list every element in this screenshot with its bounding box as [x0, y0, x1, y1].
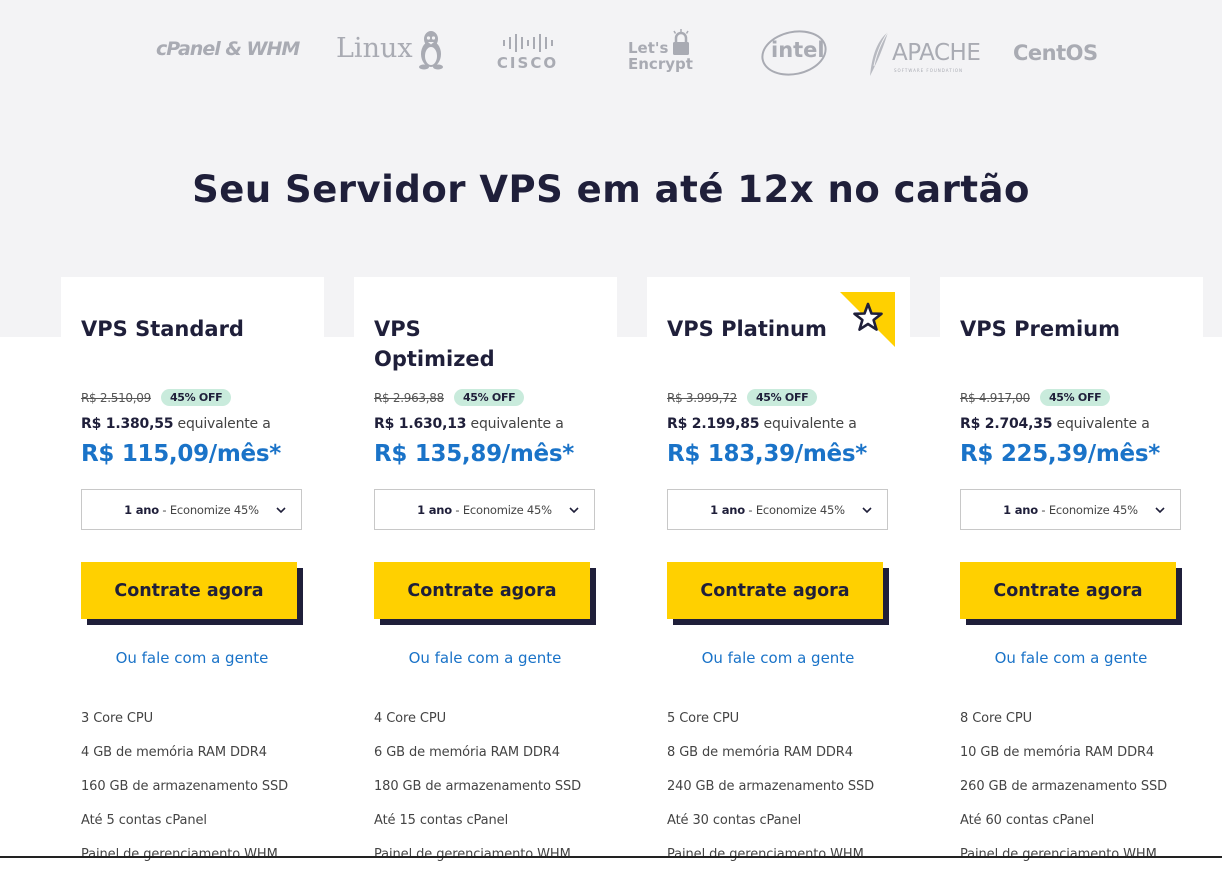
- total-price: R$ 1.380,55: [81, 416, 174, 432]
- billing-period-value: 1 ano - Economize 45%: [124, 502, 259, 517]
- cisco-logo: CISCO: [490, 33, 565, 72]
- linux-logo: Linux: [336, 31, 443, 70]
- centos-logo: CentOS: [1013, 41, 1098, 65]
- apache-logo: APACHE SOFTWARE FOUNDATION: [868, 30, 981, 84]
- feature-item: 5 Core CPU: [667, 711, 740, 726]
- contact-us-link[interactable]: Ou fale com a gente: [667, 649, 889, 667]
- monthly-price: R$ 183,39/mês*: [667, 441, 867, 467]
- apache-feather-icon: [870, 31, 889, 76]
- discount-badge: 45% OFF: [160, 389, 232, 406]
- equivalent-label: equivalente a: [177, 416, 271, 432]
- contract-now-button[interactable]: Contrate agora: [960, 562, 1176, 619]
- feature-item: Painel de gerenciamento WHM: [960, 847, 1157, 862]
- price-row: R$ 4.917,00 45% OFF: [960, 389, 1111, 406]
- old-price: R$ 2.510,09: [81, 390, 151, 405]
- total-price: R$ 1.630,13: [374, 416, 467, 432]
- chevron-down-icon: [862, 507, 872, 514]
- feature-item: Até 15 contas cPanel: [374, 813, 509, 828]
- feature-item: 4 Core CPU: [374, 711, 447, 726]
- feature-item: Até 60 contas cPanel: [960, 813, 1095, 828]
- feature-item: 3 Core CPU: [81, 711, 154, 726]
- plan-card-premium: VPS Premium R$ 4.917,00 45% OFF R$ 2.704…: [940, 277, 1203, 862]
- price-row: R$ 2.510,09 45% OFF: [81, 389, 232, 406]
- intel-logo: intel: [757, 24, 831, 82]
- equivalent-label: equivalente a: [1056, 416, 1150, 432]
- feature-item: Painel de gerenciamento WHM: [667, 847, 864, 862]
- discount-badge: 45% OFF: [746, 389, 818, 406]
- feature-item: 8 Core CPU: [960, 711, 1033, 726]
- contact-us-link[interactable]: Ou fale com a gente: [81, 649, 303, 667]
- contract-now-button[interactable]: Contrate agora: [374, 562, 590, 619]
- chevron-down-icon: [569, 507, 579, 514]
- plan-name: VPS Platinum: [667, 317, 827, 341]
- billing-period-select[interactable]: 1 ano - Economize 45%: [81, 489, 302, 530]
- plan-name: VPS Premium: [960, 317, 1120, 341]
- feature-item: 10 GB de memória RAM DDR4: [960, 745, 1155, 760]
- padlock-icon: [673, 29, 689, 55]
- feature-item: 260 GB de armazenamento SSD: [960, 779, 1168, 794]
- total-price: R$ 2.199,85: [667, 416, 760, 432]
- total-price-line: R$ 1.630,13 equivalente a: [374, 416, 564, 432]
- chevron-down-icon: [1155, 507, 1165, 514]
- price-row: R$ 3.999,72 45% OFF: [667, 389, 818, 406]
- old-price: R$ 3.999,72: [667, 390, 737, 405]
- feature-item: 180 GB de armazenamento SSD: [374, 779, 582, 794]
- contract-now-button[interactable]: Contrate agora: [667, 562, 883, 619]
- total-price-line: R$ 2.199,85 equivalente a: [667, 416, 857, 432]
- letsencrypt-logo: Let's Encrypt: [628, 29, 693, 72]
- billing-period-value: 1 ano - Economize 45%: [1003, 502, 1138, 517]
- plan-name: VPS Optimized: [374, 317, 495, 371]
- cpanel-logo: cPanel & WHM: [156, 38, 300, 60]
- feature-item: 6 GB de memória RAM DDR4: [374, 745, 560, 760]
- feature-item: 4 GB de memória RAM DDR4: [81, 745, 267, 760]
- total-price: R$ 2.704,35: [960, 416, 1053, 432]
- page-headline: Seu Servidor VPS em até 12x no cartão: [192, 168, 1030, 211]
- cisco-bars-icon: [490, 33, 565, 53]
- monthly-price: R$ 135,89/mês*: [374, 441, 574, 467]
- plan-card-standard: VPS Standard R$ 2.510,09 45% OFF R$ 1.38…: [61, 277, 324, 862]
- equivalent-label: equivalente a: [763, 416, 857, 432]
- feature-item: Painel de gerenciamento WHM: [81, 847, 278, 862]
- discount-badge: 45% OFF: [1039, 389, 1111, 406]
- contact-us-link[interactable]: Ou fale com a gente: [960, 649, 1182, 667]
- feature-item: 8 GB de memória RAM DDR4: [667, 745, 853, 760]
- billing-period-value: 1 ano - Economize 45%: [417, 502, 552, 517]
- contact-us-link[interactable]: Ou fale com a gente: [374, 649, 596, 667]
- plan-card-platinum: VPS Platinum R$ 3.999,72 45% OFF R$ 2.19…: [647, 277, 910, 862]
- billing-period-select[interactable]: 1 ano - Economize 45%: [374, 489, 595, 530]
- monthly-price: R$ 115,09/mês*: [81, 441, 281, 467]
- price-row: R$ 2.963,88 45% OFF: [374, 389, 525, 406]
- tux-penguin-icon: [419, 31, 443, 70]
- plan-card-optimized: VPS Optimized R$ 2.963,88 45% OFF R$ 1.6…: [354, 277, 617, 862]
- monthly-price: R$ 225,39/mês*: [960, 441, 1160, 467]
- old-price: R$ 4.917,00: [960, 390, 1030, 405]
- contract-now-button[interactable]: Contrate agora: [81, 562, 297, 619]
- feature-item: 160 GB de armazenamento SSD: [81, 779, 289, 794]
- billing-period-select[interactable]: 1 ano - Economize 45%: [960, 489, 1181, 530]
- feature-item: Painel de gerenciamento WHM: [374, 847, 571, 862]
- billing-period-value: 1 ano - Economize 45%: [710, 502, 845, 517]
- plan-name: VPS Standard: [81, 317, 244, 341]
- feature-item: Até 30 contas cPanel: [667, 813, 802, 828]
- feature-item: Até 5 contas cPanel: [81, 813, 207, 828]
- chevron-down-icon: [276, 507, 286, 514]
- discount-badge: 45% OFF: [453, 389, 525, 406]
- feature-item: 240 GB de armazenamento SSD: [667, 779, 875, 794]
- total-price-line: R$ 2.704,35 equivalente a: [960, 416, 1150, 432]
- old-price: R$ 2.963,88: [374, 390, 444, 405]
- equivalent-label: equivalente a: [470, 416, 564, 432]
- total-price-line: R$ 1.380,55 equivalente a: [81, 416, 271, 432]
- billing-period-select[interactable]: 1 ano - Economize 45%: [667, 489, 888, 530]
